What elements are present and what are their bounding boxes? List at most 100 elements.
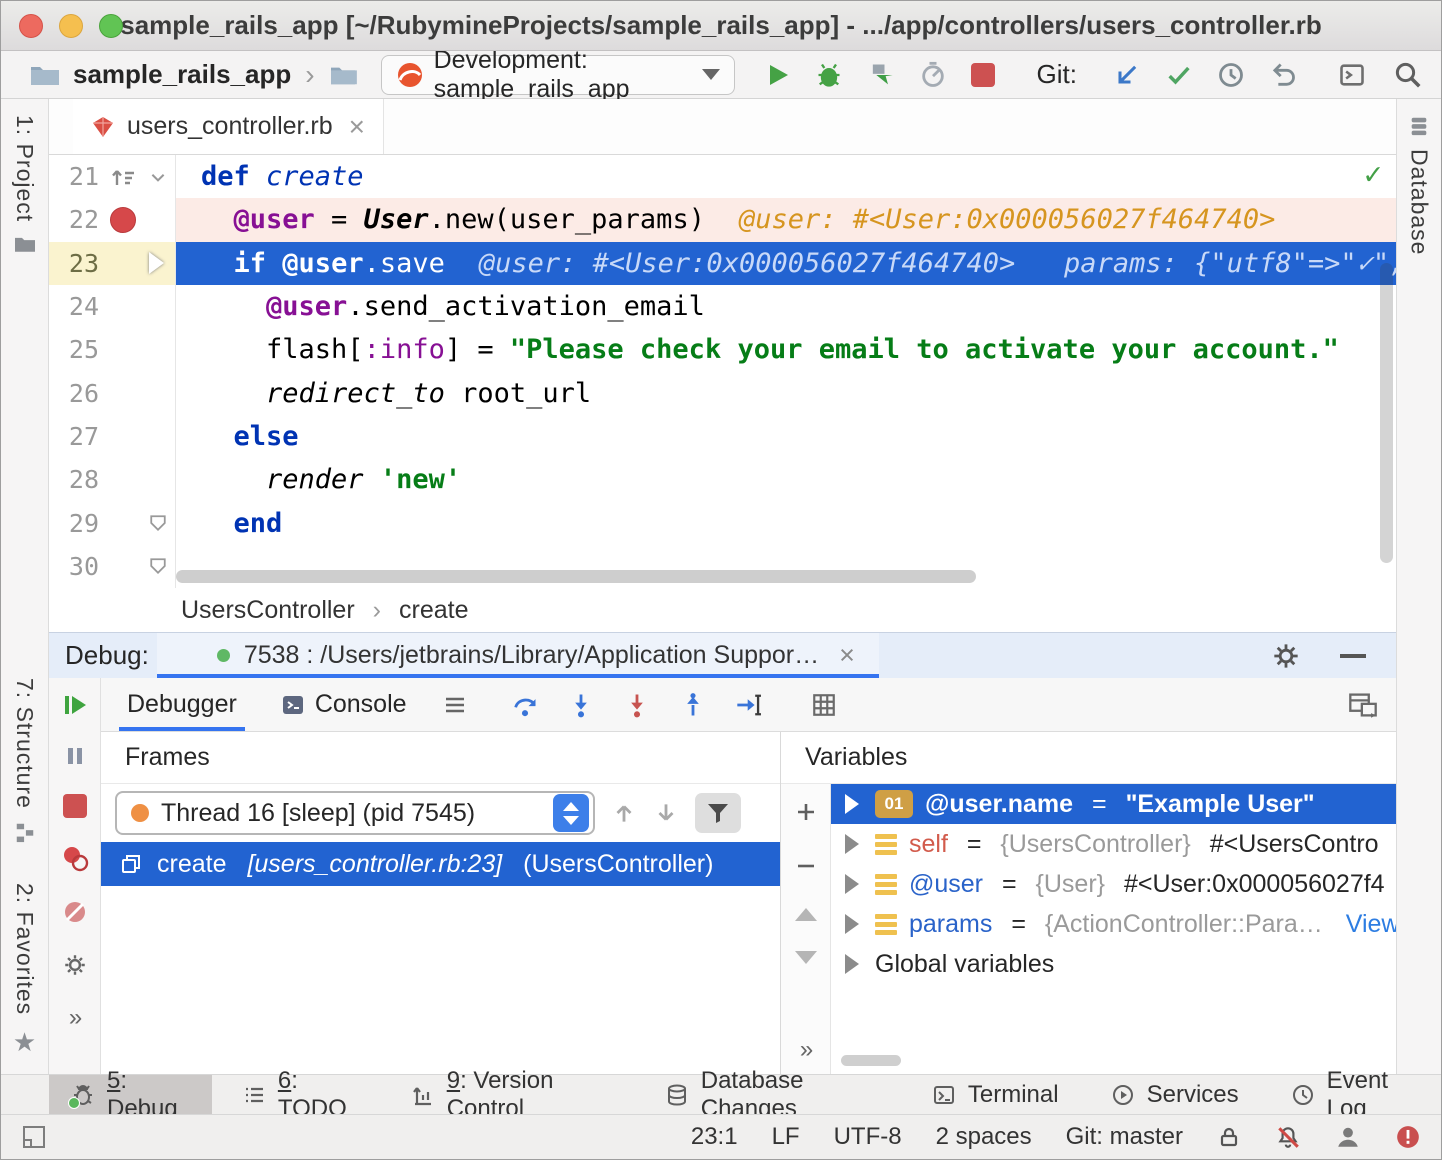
- editor-horizontal-scrollbar[interactable]: [176, 570, 976, 583]
- code-line[interactable]: 21 def create: [49, 155, 1396, 198]
- tab-console[interactable]: Console: [273, 678, 415, 731]
- line-number[interactable]: 23: [49, 249, 99, 278]
- caret-position[interactable]: 23:1: [691, 1123, 738, 1151]
- toolwindow-button-event-log[interactable]: Event Log: [1269, 1075, 1441, 1114]
- code-line[interactable]: 27 else: [49, 415, 1396, 458]
- menu-icon[interactable]: [443, 693, 467, 717]
- line-number[interactable]: 29: [49, 509, 99, 538]
- step-into-button[interactable]: [567, 691, 595, 719]
- titlebar[interactable]: sample_rails_app [~/RubymineProjects/sam…: [1, 1, 1441, 51]
- code-line[interactable]: 29 end: [49, 501, 1396, 544]
- toolwindow-button-9-version-control[interactable]: 9: Version Control: [389, 1075, 635, 1114]
- line-number[interactable]: 25: [49, 335, 99, 364]
- run-button[interactable]: [765, 62, 791, 88]
- history-icon[interactable]: [1217, 61, 1245, 89]
- toolwindow-button-5-debug[interactable]: 5: Debug: [49, 1075, 212, 1114]
- console-icon[interactable]: [1337, 61, 1367, 89]
- close-tab-icon[interactable]: ×: [349, 111, 365, 143]
- frame-row[interactable]: create [users_controller.rb:23] (UsersCo…: [101, 842, 780, 886]
- variable-row[interactable]: params = {ActionController::Para… View: [831, 904, 1396, 944]
- move-up-button[interactable]: [795, 908, 817, 921]
- run-configuration-select[interactable]: Development: sample_rails_app: [381, 55, 735, 95]
- tab-users-controller[interactable]: users_controller.rb ×: [73, 99, 384, 154]
- code-line[interactable]: 23 if @user.save@user: #<User:0x00005602…: [49, 242, 1396, 285]
- code-text[interactable]: @user.send_activation_email: [176, 285, 1396, 328]
- inspection-ok-icon[interactable]: ✓: [1364, 157, 1382, 192]
- expand-chevron-icon[interactable]: [845, 794, 859, 814]
- variables-horizontal-scrollbar[interactable]: [841, 1055, 901, 1066]
- close-window-button[interactable]: [19, 14, 43, 38]
- next-frame-button[interactable]: [653, 800, 679, 826]
- variable-row[interactable]: self = {UsersController} #<UsersContro: [831, 824, 1396, 864]
- tab-debugger[interactable]: Debugger: [119, 678, 245, 731]
- line-number[interactable]: 28: [49, 465, 99, 494]
- thread-select[interactable]: Thread 16 [sleep] (pid 7545): [115, 791, 595, 835]
- resume-button[interactable]: [62, 692, 88, 718]
- line-number[interactable]: 24: [49, 292, 99, 321]
- line-number[interactable]: 26: [49, 379, 99, 408]
- code-text[interactable]: else: [176, 415, 1396, 458]
- remove-watch-button[interactable]: [794, 854, 818, 878]
- zoom-window-button[interactable]: [99, 14, 123, 38]
- code-line[interactable]: 22 @user = User.new(user_params)@user: #…: [49, 198, 1396, 241]
- mute-breakpoints-button[interactable]: [61, 898, 89, 926]
- toolwindow-button-structure[interactable]: 7: Structure: [11, 678, 38, 843]
- rollback-icon[interactable]: [1269, 61, 1297, 89]
- layout-settings-icon[interactable]: [1348, 691, 1378, 719]
- line-number[interactable]: 30: [49, 552, 99, 581]
- project-folder-icon[interactable]: [29, 62, 59, 88]
- commit-icon[interactable]: [1165, 61, 1193, 89]
- move-down-button[interactable]: [795, 951, 817, 964]
- stop-button[interactable]: [63, 794, 87, 818]
- variable-row[interactable]: @user = {User} #<User:0x000056027f4: [831, 864, 1396, 904]
- notifications-off-icon[interactable]: [1275, 1124, 1301, 1150]
- step-over-button[interactable]: [511, 691, 539, 719]
- breakpoint-dot[interactable]: [110, 207, 136, 233]
- evaluate-expression-icon[interactable]: [811, 692, 837, 718]
- expand-chevron-icon[interactable]: [845, 914, 859, 934]
- breadcrumb-method[interactable]: create: [399, 596, 468, 625]
- line-number[interactable]: 21: [49, 162, 99, 191]
- minimize-window-button[interactable]: [59, 14, 83, 38]
- more-actions-button[interactable]: »: [800, 1036, 811, 1064]
- code-text[interactable]: @user = User.new(user_params)@user: #<Us…: [176, 198, 1396, 241]
- debug-session-tab[interactable]: 7538 : /Users/jetbrains/Library/Applicat…: [157, 633, 879, 678]
- breadcrumb-class[interactable]: UsersController: [181, 596, 355, 625]
- toolwindow-button-database-changes[interactable]: Database Changes: [643, 1075, 902, 1114]
- toolwindow-button-services[interactable]: Services: [1089, 1075, 1261, 1114]
- lock-icon[interactable]: [1217, 1125, 1241, 1149]
- user-icon[interactable]: [1335, 1124, 1361, 1150]
- coverage-button[interactable]: [867, 61, 895, 89]
- more-actions-button[interactable]: »: [69, 1004, 80, 1032]
- search-icon[interactable]: [1393, 60, 1423, 90]
- view-breakpoints-button[interactable]: [61, 844, 89, 872]
- window-grip-icon[interactable]: [21, 1124, 47, 1150]
- run-to-cursor-button[interactable]: [735, 691, 765, 719]
- project-breadcrumb[interactable]: sample_rails_app: [73, 59, 291, 90]
- code-text[interactable]: flash[:info] = "Please check your email …: [176, 328, 1396, 371]
- toolwindow-button-favorites[interactable]: 2: Favorites ★: [11, 883, 38, 1058]
- stop-button[interactable]: [971, 63, 995, 87]
- toolwindow-button-project[interactable]: 1: Project: [11, 115, 38, 254]
- thread-stepper-icon[interactable]: [553, 794, 589, 832]
- code-editor[interactable]: 21 def create22 @user = User.new(user_par…: [49, 155, 1396, 588]
- previous-frame-button[interactable]: [611, 800, 637, 826]
- variable-row[interactable]: 01@user.name = "Example User": [831, 784, 1396, 824]
- encoding-indicator[interactable]: UTF-8: [834, 1123, 902, 1151]
- gutter-action-icon[interactable]: [99, 164, 147, 190]
- update-project-icon[interactable]: [1113, 61, 1141, 89]
- toolwindow-button-6-todo[interactable]: 6: TODO: [220, 1075, 381, 1114]
- toolwindow-button-database[interactable]: Database: [1406, 115, 1433, 255]
- code-text[interactable]: end: [176, 501, 1396, 544]
- step-out-button[interactable]: [679, 691, 707, 719]
- code-text[interactable]: def create: [176, 155, 1396, 198]
- hide-toolwindow-icon[interactable]: [1340, 654, 1366, 658]
- code-line[interactable]: 28 render 'new': [49, 458, 1396, 501]
- folder-icon[interactable]: [329, 63, 357, 87]
- settings-gear-icon[interactable]: [62, 952, 88, 978]
- line-number[interactable]: 27: [49, 422, 99, 451]
- expand-chevron-icon[interactable]: [845, 954, 859, 974]
- editor-vertical-scrollbar[interactable]: [1380, 263, 1393, 563]
- close-session-icon[interactable]: ×: [839, 640, 855, 671]
- debug-button[interactable]: [815, 61, 843, 89]
